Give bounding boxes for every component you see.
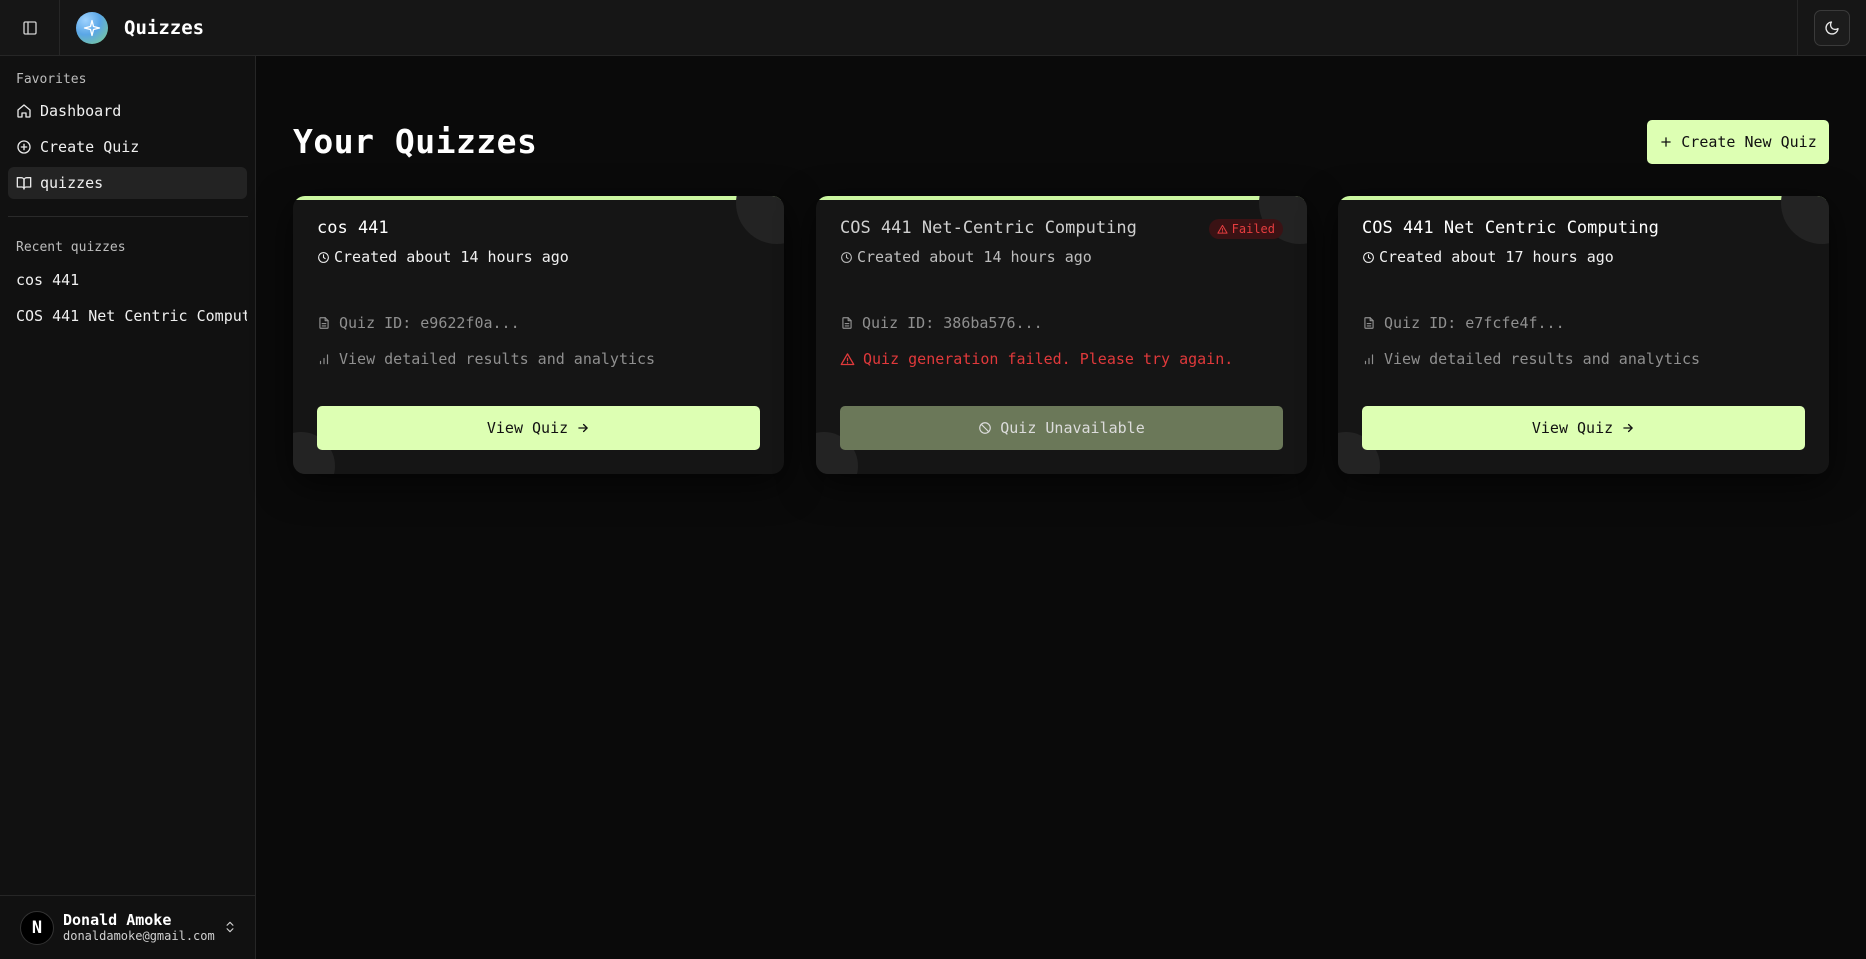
sidebar-item-quizzes[interactable]: quizzes <box>8 167 247 199</box>
quiz-created-text: Created about 17 hours ago <box>1379 248 1614 266</box>
page-title: Your Quizzes <box>293 122 538 161</box>
app-title: Quizzes <box>124 16 205 39</box>
recent-quiz-item[interactable]: COS 441 Net Centric Computing <box>8 300 247 332</box>
quiz-card: COS 441 Net-Centric Computing Failed Cre… <box>816 196 1307 474</box>
sidebar-divider <box>8 216 248 217</box>
plus-icon <box>1661 137 1671 147</box>
card-decoration <box>736 196 784 244</box>
recent-quiz-item[interactable]: cos 441 <box>8 264 247 296</box>
quiz-id-row: Quiz ID: e7fcfe4f... <box>1362 314 1565 332</box>
moon-icon <box>1825 21 1839 35</box>
clock-icon <box>841 251 852 263</box>
main-content: Your Quizzes Create New Quiz cos 441 Cre… <box>256 56 1866 959</box>
sparkles-icon <box>83 19 101 36</box>
recent-quizzes-label: Recent quizzes <box>16 240 126 255</box>
view-quiz-button[interactable]: View Quiz <box>1362 406 1805 450</box>
bar-chart-icon <box>1364 354 1374 365</box>
quiz-created-text: Created about 14 hours ago <box>334 248 569 266</box>
app-logo <box>76 11 108 44</box>
arrow-right-icon <box>578 423 588 433</box>
quiz-detail-row: View detailed results and analytics <box>317 350 655 368</box>
quiz-title: COS 441 Net-Centric Computing <box>840 218 1137 238</box>
ban-icon <box>979 422 992 434</box>
clock-icon <box>1363 251 1374 263</box>
theme-toggle-button[interactable] <box>1814 10 1850 46</box>
quiz-title: cos 441 <box>317 218 389 238</box>
sidebar-toggle-button[interactable] <box>0 0 60 56</box>
view-quiz-label: View Quiz <box>486 419 569 437</box>
sidebar-item-label: Dashboard <box>40 102 122 120</box>
file-text-icon <box>842 317 852 329</box>
arrow-right-icon <box>1623 423 1633 433</box>
quiz-unavailable-button: Quiz Unavailable <box>840 406 1283 450</box>
bar-chart-icon <box>319 354 329 365</box>
top-bar: Quizzes <box>0 0 1866 56</box>
quiz-id: Quiz ID: e7fcfe4f... <box>1384 314 1565 332</box>
quiz-error-message: Quiz generation failed. Please try again… <box>863 350 1234 368</box>
quiz-detail: View detailed results and analytics <box>1384 350 1701 368</box>
sidebar-item-label: Create Quiz <box>40 138 140 156</box>
plus-circle-icon <box>17 140 31 154</box>
quiz-card: COS 441 Net Centric Computing Created ab… <box>1338 196 1829 474</box>
quiz-created-text: Created about 14 hours ago <box>857 248 1092 266</box>
sidebar-item-dashboard[interactable]: Dashboard <box>8 95 247 127</box>
sidebar-item-create-quiz[interactable]: Create Quiz <box>8 131 247 163</box>
quiz-id: Quiz ID: 386ba576... <box>862 314 1043 332</box>
alert-triangle-icon <box>1217 224 1228 234</box>
user-email: donaldamoke@gmail.com <box>63 928 215 943</box>
status-badge: Failed <box>1208 219 1283 239</box>
alert-triangle-icon <box>840 352 855 365</box>
sidebar: Favorites Dashboard Create Quiz quizzes … <box>0 56 256 959</box>
view-quiz-label: View Quiz <box>1531 419 1614 437</box>
quiz-detail: View detailed results and analytics <box>339 350 656 368</box>
status-badge-label: Failed <box>1231 222 1275 236</box>
favorites-label: Favorites <box>16 72 87 87</box>
user-name: Donald Amoke <box>63 910 172 929</box>
file-text-icon <box>1364 317 1374 329</box>
user-menu[interactable]: N Donald Amoke donaldamoke@gmail.com <box>0 895 255 959</box>
quiz-error-row: Quiz generation failed. Please try again… <box>840 350 1233 368</box>
book-open-icon <box>16 177 32 190</box>
quiz-unavailable-label: Quiz Unavailable <box>1000 419 1145 437</box>
quiz-card: cos 441 Created about 14 hours ago Quiz … <box>293 196 784 474</box>
card-decoration <box>1781 196 1829 244</box>
file-text-icon <box>319 317 329 329</box>
view-quiz-button[interactable]: View Quiz <box>317 406 760 450</box>
quiz-detail-row: View detailed results and analytics <box>1362 350 1700 368</box>
home-icon <box>17 104 31 118</box>
avatar: N <box>20 910 54 945</box>
quiz-id-row: Quiz ID: 386ba576... <box>840 314 1043 332</box>
quiz-id-row: Quiz ID: e9622f0a... <box>317 314 520 332</box>
quiz-id: Quiz ID: e9622f0a... <box>339 314 520 332</box>
quiz-created: Created about 17 hours ago <box>1362 248 1614 266</box>
chevrons-up-down-icon <box>226 921 234 933</box>
top-bar-right <box>1797 0 1866 56</box>
quiz-created: Created about 14 hours ago <box>840 248 1092 266</box>
quiz-title: COS 441 Net Centric Computing <box>1362 218 1659 238</box>
panel-left-icon <box>22 20 37 35</box>
create-new-quiz-button[interactable]: Create New Quiz <box>1647 120 1829 164</box>
quiz-created: Created about 14 hours ago <box>317 248 569 266</box>
create-new-quiz-label: Create New Quiz <box>1681 133 1817 151</box>
clock-icon <box>318 251 329 263</box>
sidebar-item-label: quizzes <box>40 174 104 192</box>
